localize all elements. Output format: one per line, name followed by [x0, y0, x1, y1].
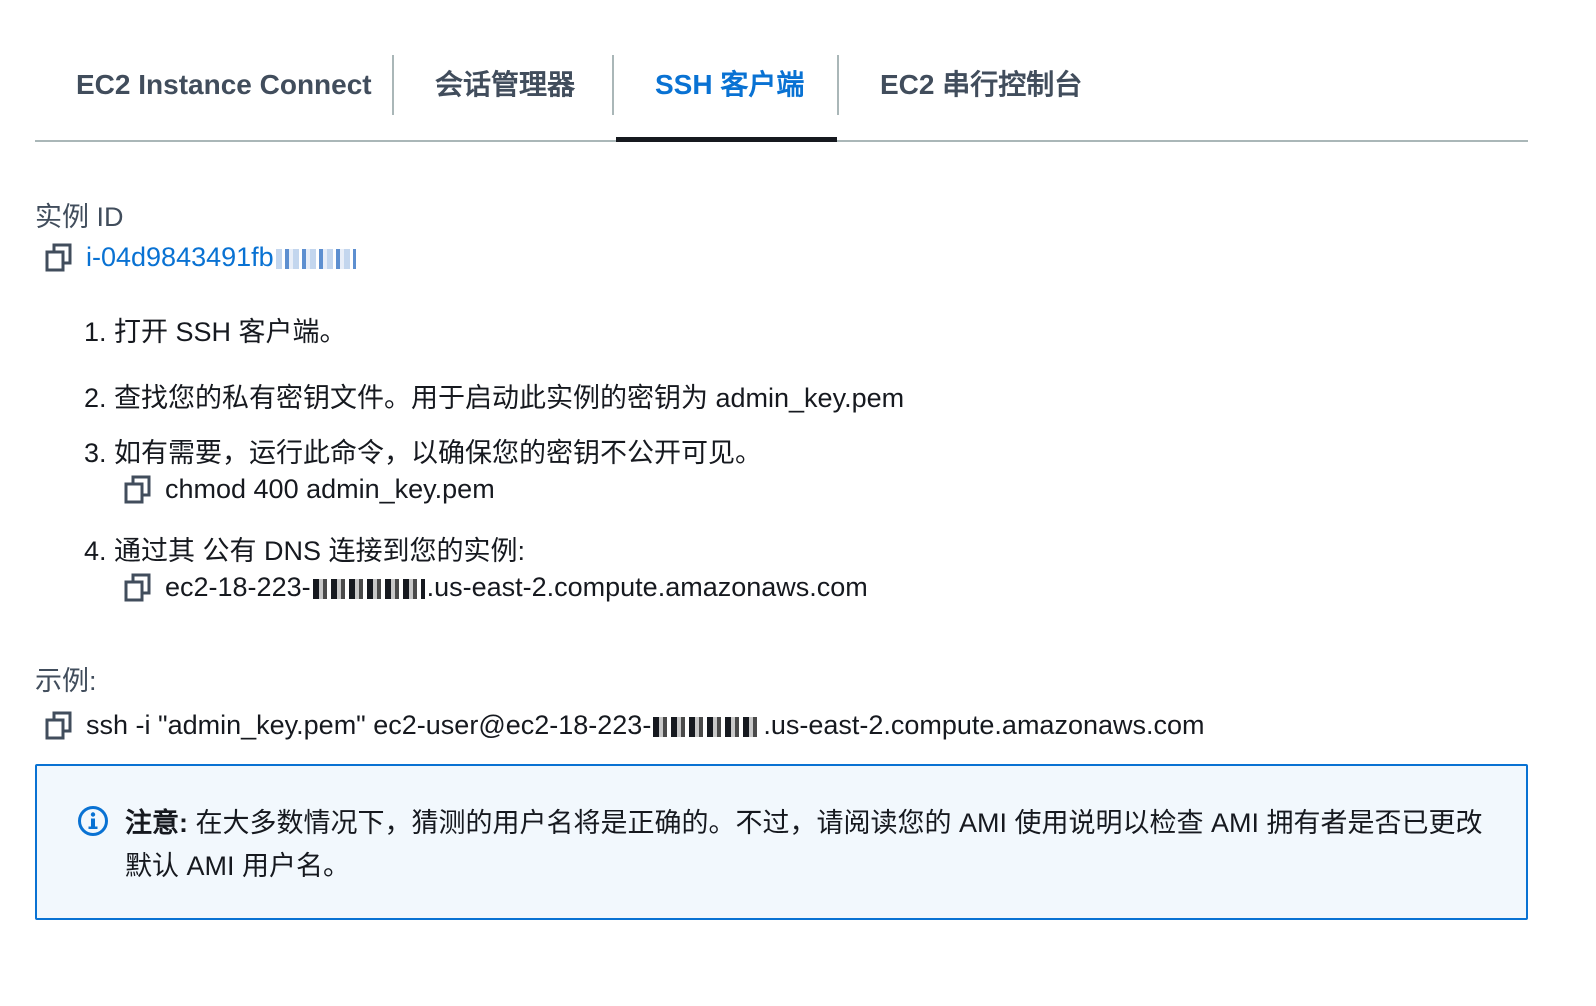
copy-icon[interactable] [124, 573, 152, 603]
step-1: 1. 打开 SSH 客户端。 [84, 317, 347, 347]
example-label: 示例: [35, 666, 97, 696]
tab-separator [612, 55, 614, 115]
copy-icon[interactable] [45, 711, 73, 741]
redacted-block [653, 716, 762, 737]
example-command: ssh -i "admin_key.pem" ec2-user@ec2-18-2… [86, 710, 1205, 740]
info-alert-body: 在大多数情况下，猜测的用户名将是正确的。不过，请阅读您的 AMI 使用说明以检查… [125, 808, 1483, 881]
active-tab-indicator [616, 137, 837, 142]
chmod-command: chmod 400 admin_key.pem [165, 474, 495, 504]
step-3: 3. 如有需要，运行此命令，以确保您的密钥不公开可见。 [84, 438, 762, 468]
public-dns-row: ec2-18-223- .us-east-2.compute.amazonaws.… [124, 572, 868, 603]
tab-ec2-instance-connect[interactable]: EC2 Instance Connect [76, 55, 372, 140]
tab-ssh-client[interactable]: SSH 客户端 [655, 55, 804, 140]
redacted-block [312, 578, 425, 599]
tab-session-manager[interactable]: 会话管理器 [435, 55, 575, 140]
info-alert: 注意: 在大多数情况下，猜测的用户名将是正确的。不过，请阅读您的 AMI 使用说… [35, 764, 1528, 920]
tab-separator [392, 55, 394, 115]
tab-separator [837, 55, 839, 115]
tab-ec2-serial-console[interactable]: EC2 串行控制台 [880, 55, 1082, 140]
step-4: 4. 通过其 公有 DNS 连接到您的实例: [84, 536, 526, 566]
example-command-row: ssh -i "admin_key.pem" ec2-user@ec2-18-2… [45, 710, 1205, 741]
copy-icon[interactable] [45, 243, 73, 273]
redacted-block [275, 248, 356, 269]
instance-id-label: 实例 ID [35, 202, 124, 232]
copy-icon[interactable] [124, 475, 152, 505]
connect-tabs: EC2 Instance Connect 会话管理器 SSH 客户端 EC2 串… [35, 55, 1528, 142]
info-icon [77, 805, 109, 837]
instance-id-link[interactable]: i-04d9843491fb [86, 242, 358, 273]
instance-id-row: i-04d9843491fb [45, 242, 358, 273]
public-dns-value: ec2-18-223- .us-east-2.compute.amazonaws.… [165, 572, 868, 602]
info-alert-title: 注意: [125, 808, 188, 838]
step-2: 2. 查找您的私有密钥文件。用于启动此实例的密钥为 admin_key.pem [84, 383, 905, 413]
chmod-command-row: chmod 400 admin_key.pem [124, 474, 495, 505]
info-alert-text: 注意: 在大多数情况下，猜测的用户名将是正确的。不过，请阅读您的 AMI 使用说… [125, 802, 1495, 888]
